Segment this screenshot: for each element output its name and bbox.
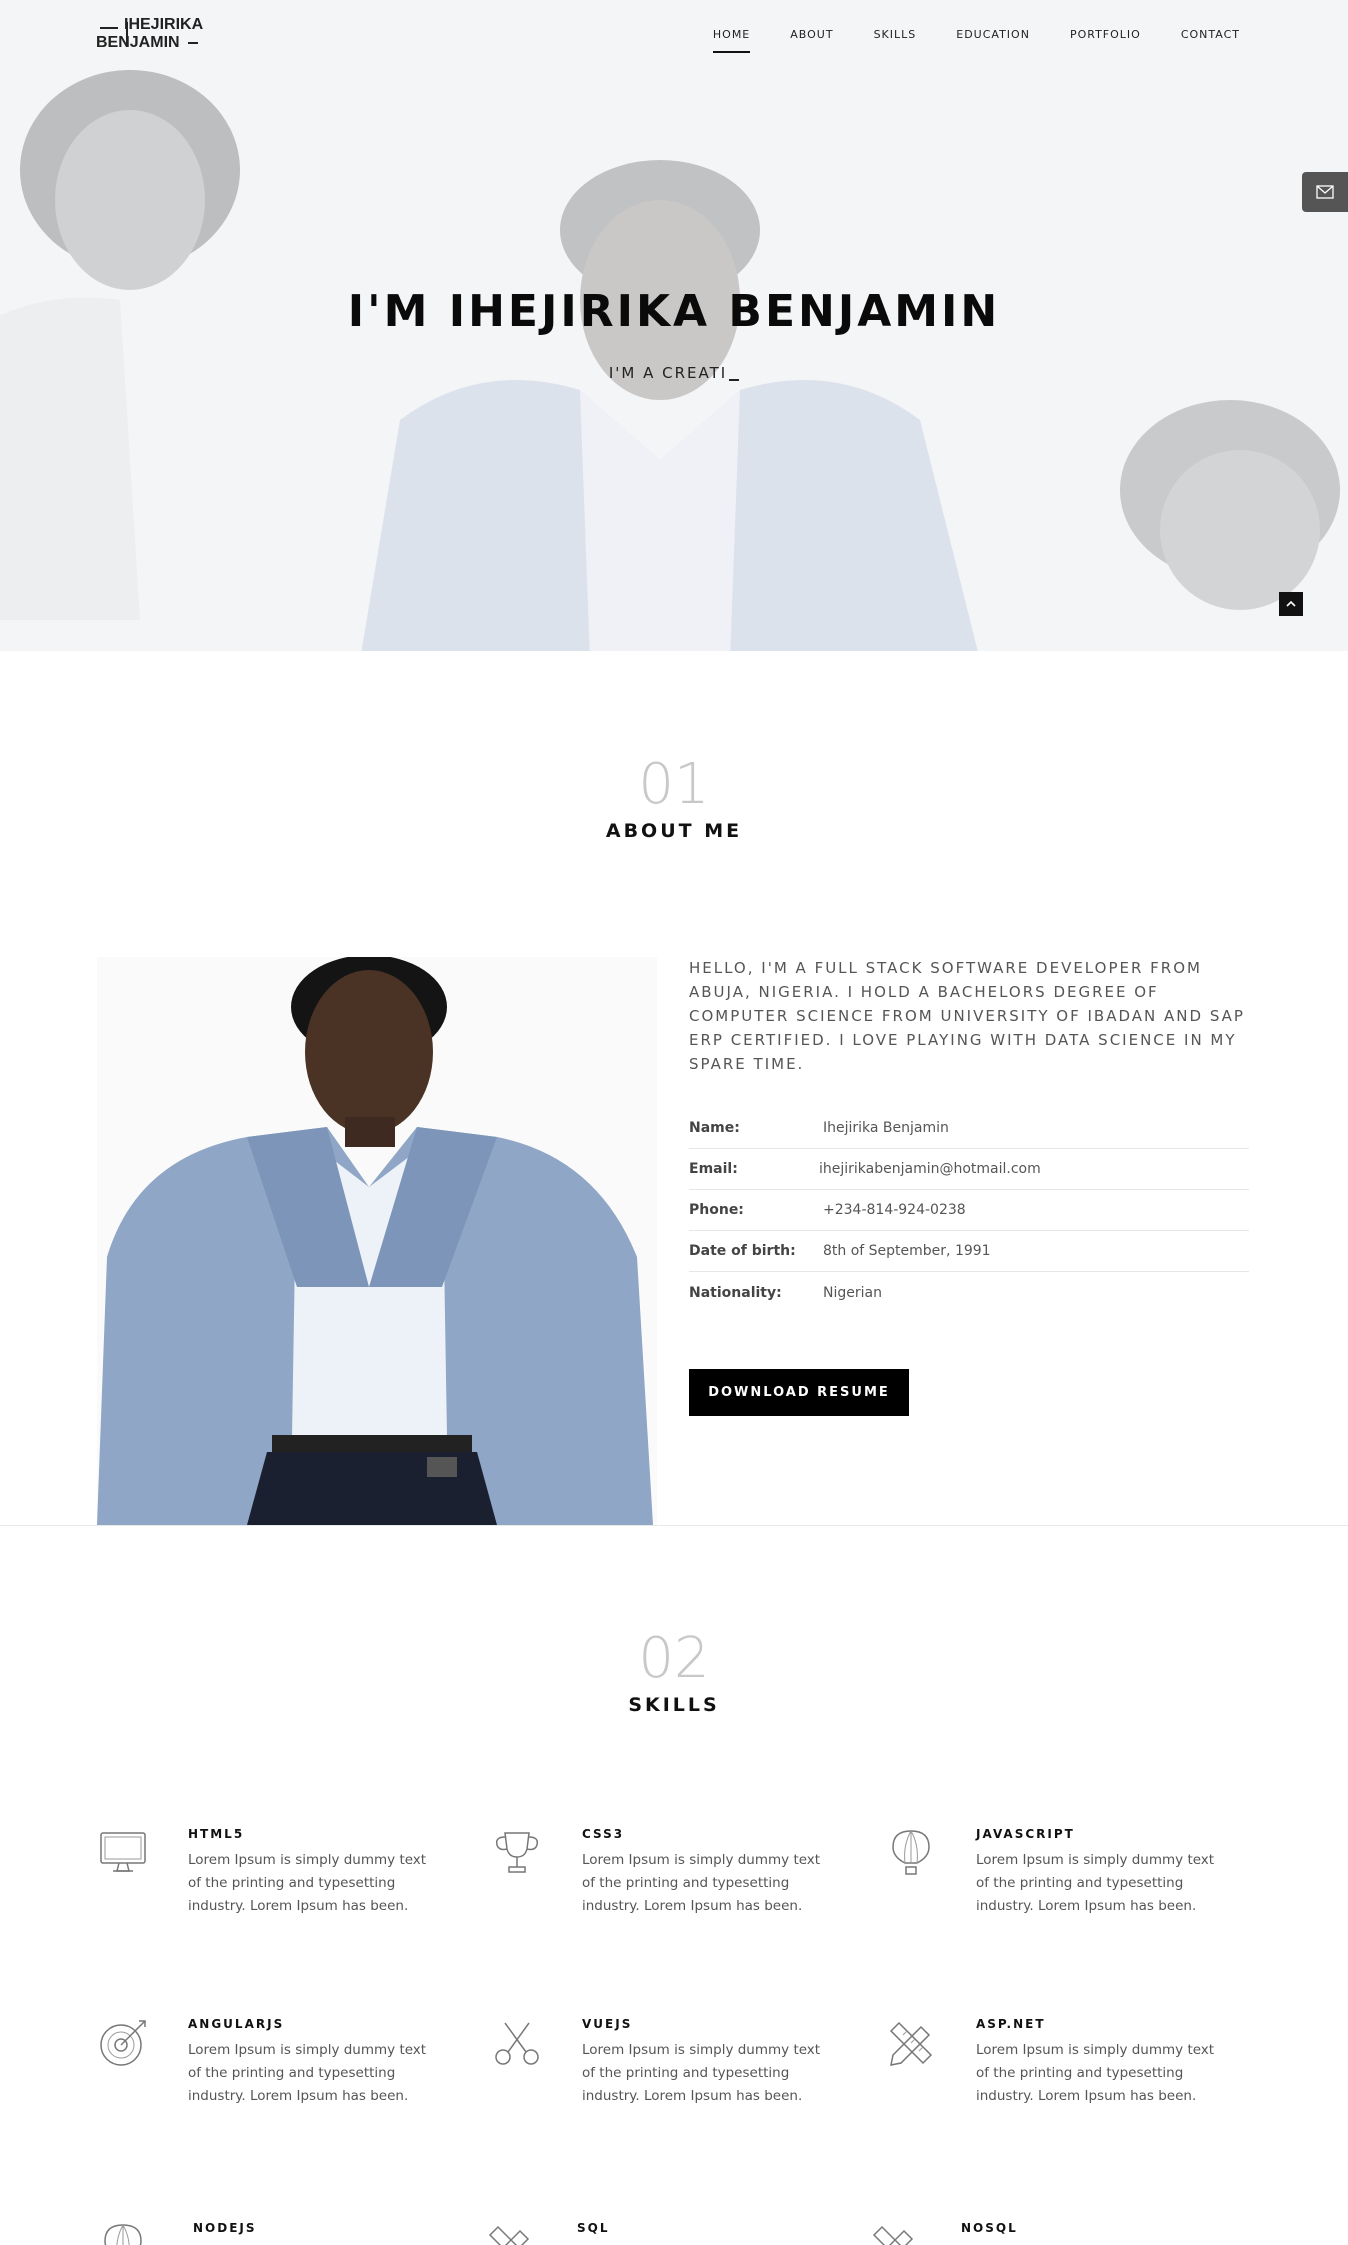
skill-name: JAVASCRIPT [976,1827,1075,1841]
skills-section-title: SKILLS [628,1694,720,1716]
scissors-icon [495,2022,539,2065]
logo-dash [100,27,118,29]
chevron-up-icon [1286,600,1296,607]
envelope-icon [1316,185,1334,199]
monitor-icon [100,1832,146,1872]
scroll-to-top-button[interactable] [1279,592,1303,616]
skill-name: NOSQL [961,2221,1018,2235]
contact-mail-tab[interactable] [1302,172,1348,212]
info-row-date-of-birth: Date of birth: 8th of September, 1991 [689,1231,1249,1272]
portrait-illustration [97,957,657,1525]
about-photo [97,957,657,1525]
hero-title: I'M IHEJIRIKA BENJAMIN [347,286,1001,337]
info-row-email: Email: ihejirikabenjamin@hotmail.com [689,1149,1249,1190]
logo-dash [188,42,198,44]
typing-cursor [729,379,740,381]
hero-background-photo-center [361,160,978,651]
info-key: Nationality: [689,1284,782,1301]
hot-air-balloon-icon [892,1830,930,1875]
info-row-name: Name: Ihejirika Benjamin [689,1108,1249,1149]
skill-description: Lorem Ipsum is simply dummy text of the … [188,2042,427,2104]
info-key: Name: [689,1120,740,1136]
info-key: Email: [689,1161,738,1177]
personal-info-list: Name: Ihejirika Benjamin Email: ihejirik… [689,1108,1249,1313]
download-resume-button[interactable]: DOWNLOAD RESUME [689,1369,909,1416]
hero-typing-text: I'M A CREATI [608,364,728,382]
skill-description: Lorem Ipsum is simply dummy text of the … [582,2042,821,2104]
skill-name: VUEJS [582,2017,633,2031]
hero-background-photo-left [0,70,240,620]
about-intro-text: HELLO, I'M A FULL STACK SOFTWARE DEVELOP… [689,959,1245,1073]
skill-name: ANGULARJS [188,2017,285,2031]
info-value: 8th of September, 1991 [823,1243,991,1259]
trophy-icon [495,1832,539,1873]
logo-line-1: IHEJIRIKA [124,16,204,33]
hero-subtitle: I'M A CREATI [0,364,1348,382]
pencil-ruler-icon [488,2225,530,2245]
pencil-ruler-icon [872,2225,914,2245]
hot-air-balloon-icon [104,2224,142,2245]
main-nav: HOME ABOUT SKILLS EDUCATION PORTFOLIO CO… [693,28,1260,56]
info-key: Phone: [689,1202,744,1218]
nav-item-contact[interactable]: CONTACT [1161,28,1260,56]
about-section-title: ABOUT ME [605,820,743,842]
info-value: Nigerian [823,1284,882,1301]
skill-name: ASP.NET [976,2017,1046,2031]
nav-item-skills[interactable]: SKILLS [854,28,937,56]
info-key: Date of birth: [689,1243,796,1259]
nav-item-education[interactable]: EDUCATION [936,28,1050,56]
skill-description: Lorem Ipsum is simply dummy text of the … [582,1852,821,1914]
skill-name: HTML5 [188,1827,245,1841]
info-row-nationality: Nationality: Nigerian [689,1272,1249,1313]
skill-description: Lorem Ipsum is simply dummy text of the … [976,2042,1215,2104]
target-icon [100,2020,146,2066]
site-logo[interactable]: IHEJIRIKA BENJAMIN [96,16,216,56]
skill-name: CSS3 [582,1827,625,1841]
info-value: Ihejirika Benjamin [823,1120,949,1136]
skill-name: NODEJS [193,2221,257,2235]
nav-item-about[interactable]: ABOUT [770,28,853,56]
logo-line-2: BENJAMIN [96,34,180,51]
about-section-number: 01 [638,752,710,817]
nav-item-home[interactable]: HOME [693,28,770,56]
pencil-ruler-icon [889,2021,933,2066]
skill-name: SQL [577,2221,610,2235]
skill-description: Lorem Ipsum is simply dummy text of the … [976,1852,1215,1914]
info-value[interactable]: ihejirikabenjamin@hotmail.com [819,1161,1041,1177]
skills-section-number: 02 [638,1626,710,1691]
hero-background-photo-right [1120,400,1340,610]
nav-item-portfolio[interactable]: PORTFOLIO [1050,28,1161,56]
hero-section: IHEJIRIKA BENJAMIN HOME ABOUT SKILLS EDU… [0,0,1348,651]
section-divider [0,1525,1348,1526]
info-row-phone: Phone: +234-814-924-0238 [689,1190,1249,1231]
info-value: +234-814-924-0238 [823,1202,966,1218]
skill-description: Lorem Ipsum is simply dummy text of the … [188,1852,427,1914]
